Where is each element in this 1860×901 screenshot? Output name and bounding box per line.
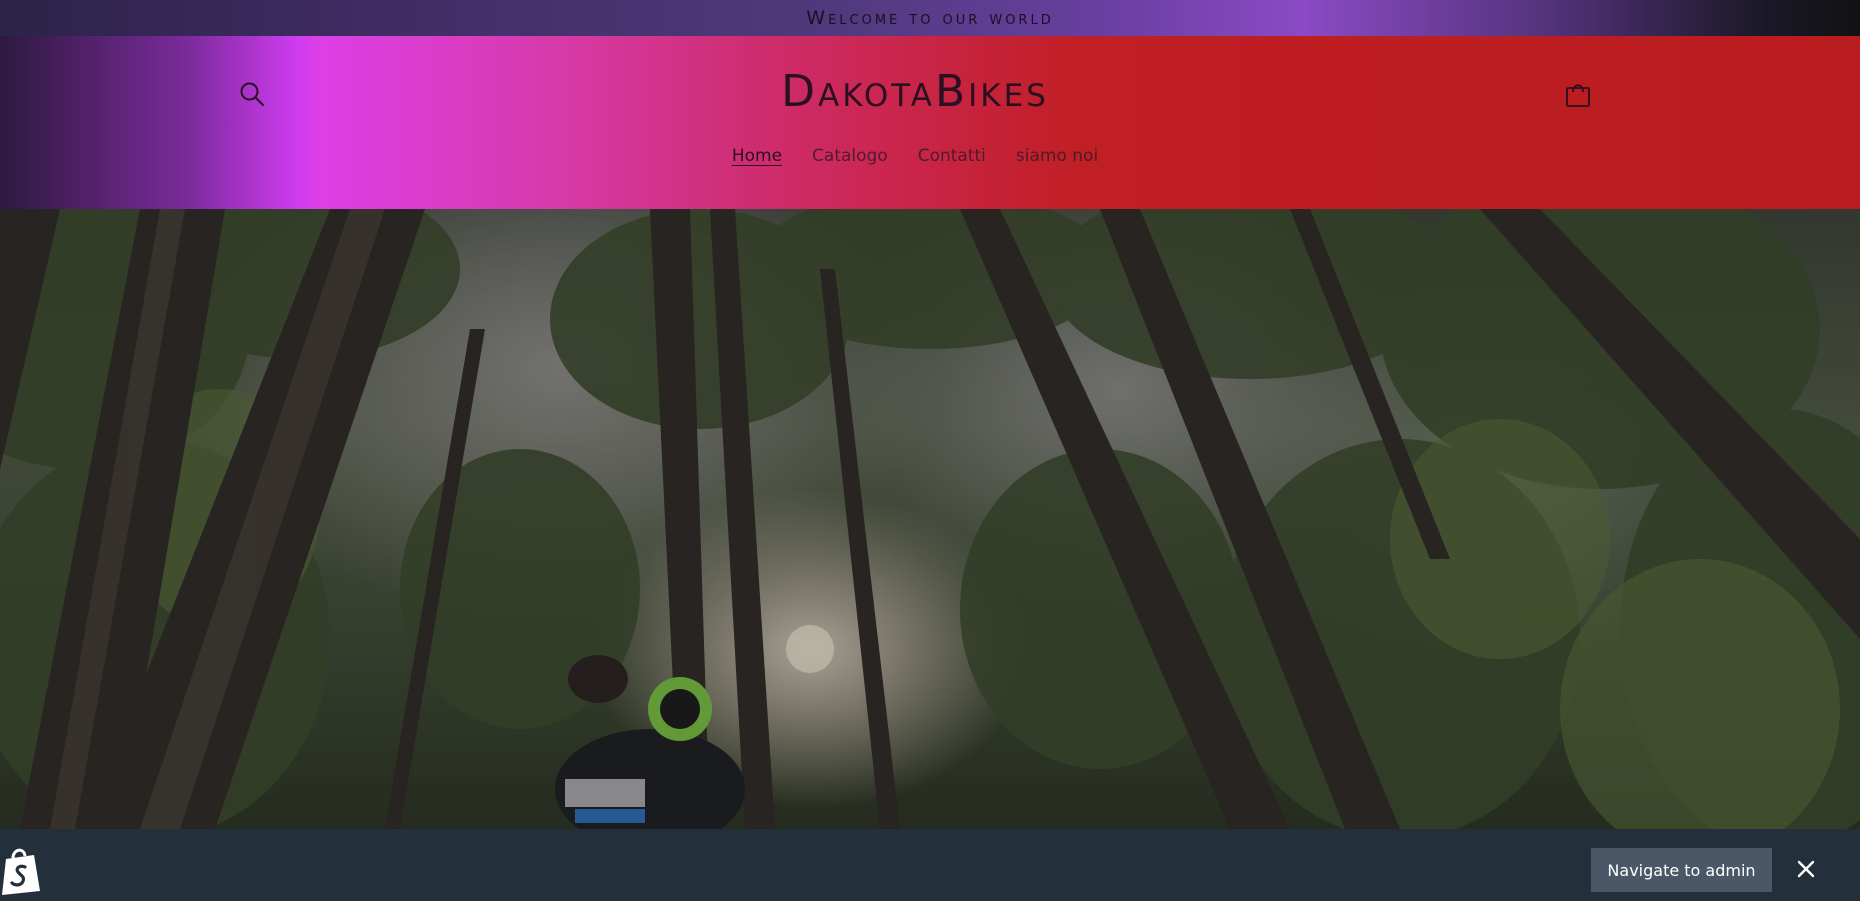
- close-admin-bar-button[interactable]: [1788, 851, 1824, 887]
- admin-preview-bar: Navigate to admin: [0, 829, 1860, 901]
- hero-banner-image: [0, 209, 1860, 829]
- navigate-to-admin-button[interactable]: Navigate to admin: [1591, 848, 1772, 892]
- announcement-text: Welcome to our world: [806, 7, 1054, 29]
- cart-button[interactable]: [1556, 72, 1600, 116]
- nav-link-home[interactable]: Home: [732, 146, 782, 166]
- store-logo-link[interactable]: DakotaBikes: [781, 66, 1049, 117]
- main-navigation: Home Catalogo Contatti siamo noi: [0, 146, 1830, 166]
- shopify-bag-icon[interactable]: [0, 845, 46, 895]
- nav-link-siamo-noi[interactable]: siamo noi: [1016, 146, 1098, 166]
- nav-link-contatti[interactable]: Contatti: [918, 146, 986, 166]
- shopping-bag-icon: [1566, 84, 1590, 107]
- close-icon: [1797, 860, 1815, 878]
- site-header: DakotaBikes Home Catalogo Contatti siamo…: [0, 36, 1860, 209]
- announcement-bar: Welcome to our world: [0, 0, 1860, 36]
- nav-link-catalogo[interactable]: Catalogo: [812, 146, 888, 166]
